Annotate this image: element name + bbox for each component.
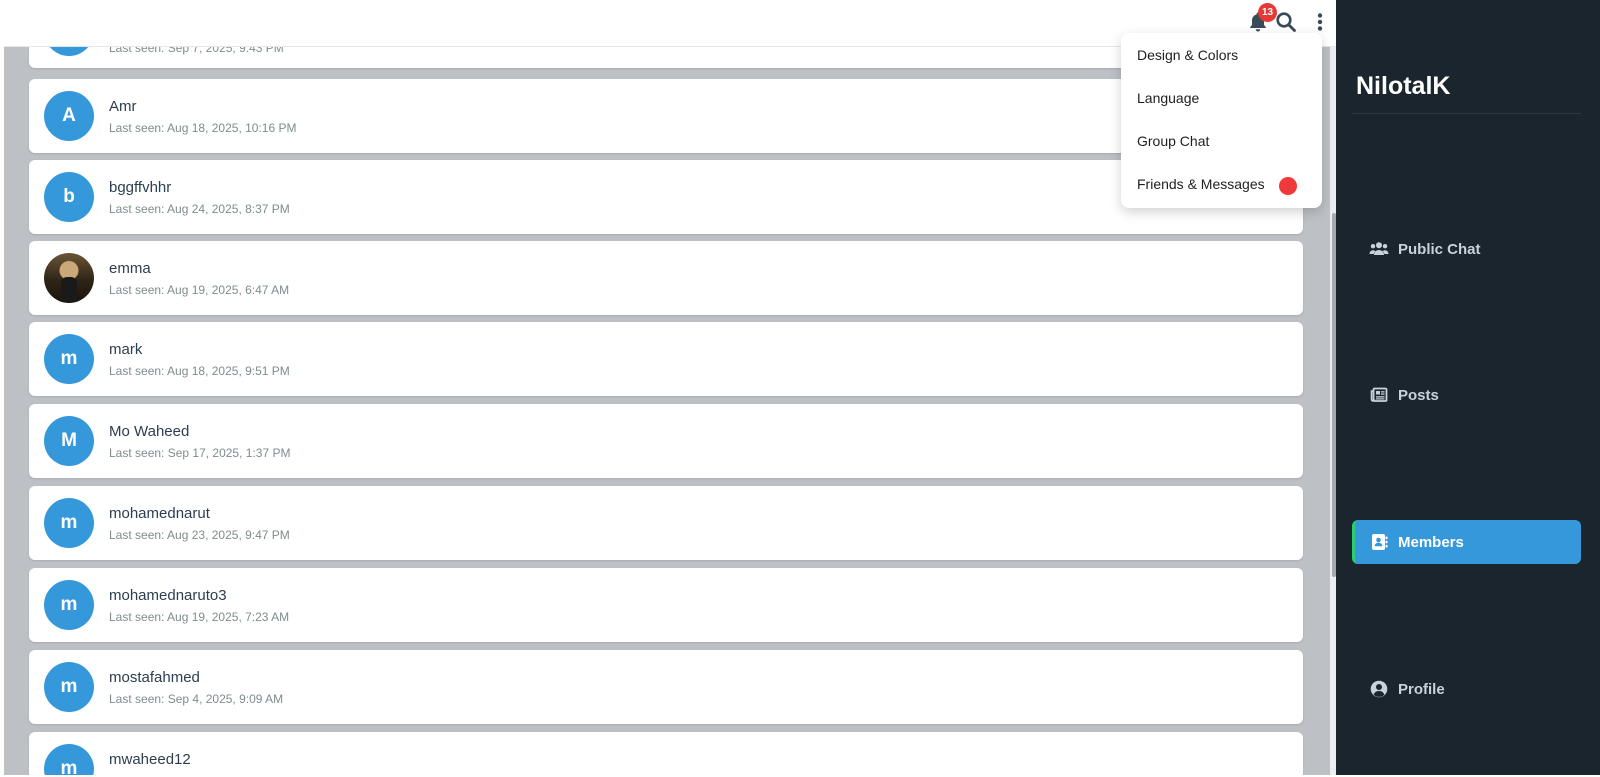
member-avatar: m [44,662,94,712]
sidebar-item-label: Members [1398,533,1464,551]
member-avatar: b [44,172,94,222]
member-name: Mo Waheed [109,423,190,440]
member-row[interactable]: m mohamednaruto3 Last seen: Aug 19, 2025… [29,568,1303,642]
member-last-seen: Last seen: Sep 17, 2025, 1:37 PM [109,446,291,460]
member-avatar: m [44,498,94,548]
user-circle-icon [1369,680,1389,698]
member-name: Amr [109,98,137,115]
sidebar-item-posts[interactable]: Posts [1352,373,1581,417]
brand-divider [1352,113,1581,114]
member-name: mark [109,341,143,358]
options-dropdown-menu: Design & Colors Language Group Chat Frie… [1121,33,1322,208]
member-name: mostafahmed [109,669,200,686]
sidebar-item-profile[interactable]: Profile [1352,667,1581,711]
member-row[interactable]: M Mo Waheed Last seen: Sep 17, 2025, 1:3… [29,404,1303,478]
member-name: mohamednarut [109,505,210,522]
member-name: mwaheed12 [109,751,191,768]
menu-item-language[interactable]: Language [1137,88,1199,108]
newspaper-icon [1369,386,1389,404]
menu-item-design-colors[interactable]: Design & Colors [1137,45,1238,65]
member-row[interactable]: emma Last seen: Aug 19, 2025, 6:47 AM [29,241,1303,315]
member-avatar: m [44,744,94,777]
menu-item-friends-messages[interactable]: Friends & Messages [1137,174,1265,194]
member-row[interactable]: b bggffvhhr Last seen: Aug 24, 2025, 8:3… [29,160,1303,234]
member-last-seen: Last seen: Aug 18, 2025, 10:16 PM [109,121,297,135]
member-row[interactable]: m mohamednarut Last seen: Aug 23, 2025, … [29,486,1303,560]
menu-item-group-chat[interactable]: Group Chat [1137,131,1209,151]
member-name: emma [109,260,151,277]
alert-dot [1279,177,1297,195]
sidebar-item-members[interactable]: Members [1352,520,1581,564]
member-row[interactable]: A Amr Last seen: Aug 18, 2025, 10:16 PM [29,79,1303,153]
sidebar-item-label: Profile [1398,680,1445,698]
member-name: mohamednaruto3 [109,587,227,604]
member-row[interactable]: m mwaheed12 [29,732,1303,777]
member-last-seen: Last seen: Aug 24, 2025, 8:37 PM [109,202,290,216]
member-avatar: A [44,91,94,141]
users-icon [1369,240,1389,258]
member-last-seen: Last seen: Sep 4, 2025, 9:09 AM [109,692,284,706]
member-row[interactable]: m mostafahmed Last seen: Sep 4, 2025, 9:… [29,650,1303,724]
avatar-photo-figure [61,277,77,301]
member-last-seen: Last seen: Aug 23, 2025, 9:47 PM [109,528,290,542]
more-vertical-icon[interactable] [1314,10,1326,34]
member-avatar: m [44,580,94,630]
sidebar-item-label: Posts [1398,386,1439,404]
brand-title: NilotalK [1356,72,1451,100]
member-avatar: M [44,416,94,466]
member-last-seen: Last seen: Aug 19, 2025, 6:47 AM [109,283,290,297]
search-icon[interactable] [1274,10,1298,34]
member-avatar-photo [44,253,94,303]
sidebar: NilotalK Public Chat Posts Members Profi… [1336,0,1600,777]
member-last-seen: Last seen: Aug 19, 2025, 7:23 AM [109,610,290,624]
member-last-seen: Last seen: Aug 18, 2025, 9:51 PM [109,364,290,378]
member-row[interactable]: m mark Last seen: Aug 18, 2025, 9:51 PM [29,322,1303,396]
app-root: Last seen: Sep 7, 2025, 9:43 PM A Amr La… [0,0,1600,777]
sidebar-item-label: Public Chat [1398,240,1481,258]
member-avatar: m [44,334,94,384]
member-name: bggffvhhr [109,179,172,196]
sidebar-item-public-chat[interactable]: Public Chat [1352,227,1581,271]
address-book-icon [1369,533,1389,551]
